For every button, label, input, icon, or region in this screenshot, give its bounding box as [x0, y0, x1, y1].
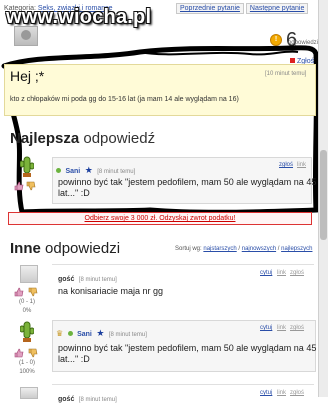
question-title: Hej ;*: [10, 68, 45, 84]
guest-avatar: [20, 265, 38, 283]
thumb-down-icon[interactable]: [28, 348, 38, 358]
guest-avatar: [20, 387, 38, 399]
answer-1-author: gość: [58, 276, 75, 283]
cactus-avatar-icon: [20, 156, 34, 177]
answer-1-time: [8 minut temu]: [78, 277, 117, 283]
answer-2-link[interactable]: link: [277, 325, 286, 331]
next-question-link[interactable]: Następne pytanie: [245, 3, 309, 14]
answer-1-link[interactable]: link: [277, 270, 286, 276]
best-answer-text: powinno być tak "jestem pedofilem, mam 5…: [58, 177, 316, 199]
question-time: [10 minut temu]: [265, 71, 307, 77]
scrollbar-thumb[interactable]: [320, 150, 327, 240]
asker-avatar: [14, 26, 38, 46]
answer-3-link[interactable]: link: [277, 390, 286, 396]
best-answer-header: Sani ★ [8 minut temu]: [56, 160, 135, 178]
cactus-avatar-icon: [20, 321, 34, 342]
answer-2-percent: 100%: [19, 369, 35, 375]
answer-2-side: (1 - 0) 100%: [12, 318, 50, 388]
other-answers-heading: Inne odpowiedzi: [10, 240, 120, 257]
best-author[interactable]: Sani: [65, 168, 80, 175]
thumb-up-icon[interactable]: [14, 181, 24, 191]
answer-1-quote[interactable]: cytuj: [260, 270, 272, 276]
prev-question-link[interactable]: Poprzednie pytanie: [176, 3, 244, 14]
online-dot-icon: [56, 168, 61, 173]
answer-2-text: powinno być tak "jestem pedofilem, mam 5…: [58, 343, 316, 365]
answer-1-report[interactable]: zgłoś: [290, 270, 304, 276]
best-answer-side: [14, 155, 50, 205]
best-text-line2: lat..." :D: [58, 188, 90, 198]
best-heading-rest: odpowiedź: [79, 130, 156, 147]
answer-2-header: ♛ Sani ★ [8 minut temu]: [56, 323, 147, 341]
thumb-up-icon[interactable]: [14, 287, 24, 297]
sort-newest-link[interactable]: najnowszych: [242, 246, 276, 252]
answer-1-text: na konisariacie maja nr gg: [58, 286, 164, 296]
best-link[interactable]: link: [297, 162, 306, 168]
answer-3-header: gość [8 minut temu]: [58, 388, 117, 406]
answer-2-author[interactable]: Sani: [77, 331, 92, 338]
answer-1-header: gość [8 minut temu]: [58, 268, 117, 286]
best-report-link[interactable]: zgłoś: [279, 162, 293, 168]
best-text-line1: powinno być tak "jestem pedofilem, mam 5…: [58, 177, 317, 187]
answer-3-quote[interactable]: cytuj: [260, 390, 272, 396]
sort-controls: Sortuj wg: najstarszych / najnowszych / …: [175, 246, 313, 252]
answer-2-text-line2: lat..." :D: [58, 354, 90, 364]
thumb-up-icon[interactable]: [14, 348, 24, 358]
inne-heading-bold: Inne: [10, 240, 41, 257]
best-answer-heading: Najlepsza odpowiedź: [10, 130, 155, 147]
answer-2-time: [8 minut temu]: [108, 332, 147, 338]
answer-1-score: (0 - 1): [18, 299, 35, 305]
question-text: kto z chłopaków mi poda gg do 15-16 lat …: [10, 96, 239, 103]
rank-star-icon: ★: [84, 165, 93, 175]
sort-best-link[interactable]: najlepszych: [281, 246, 312, 252]
question-nav: Poprzednie pytanie Następne pytanie: [176, 3, 309, 14]
answer-2-quote[interactable]: cytuj: [260, 325, 272, 331]
inne-heading-rest: odpowiedzi: [40, 240, 121, 257]
answer-2-score: (1 - 0): [18, 360, 35, 366]
answer-2-report[interactable]: zgłoś: [290, 325, 304, 331]
answer-3-time: [8 minut temu]: [78, 397, 117, 403]
divider: [52, 384, 314, 385]
answer-1-percent: 0%: [22, 308, 32, 314]
rank-star-icon: ★: [96, 328, 105, 338]
crown-icon: ♛: [56, 329, 64, 338]
sort-oldest-link[interactable]: najstarszych: [203, 246, 236, 252]
thumb-down-icon[interactable]: [28, 287, 38, 297]
online-dot-icon: [67, 331, 73, 336]
scrollbar[interactable]: [318, 0, 328, 397]
sort-label: Sortuj wg:: [175, 246, 202, 252]
best-time: [8 minut temu]: [97, 169, 136, 175]
best-heading-bold: Najlepsza: [10, 130, 80, 147]
thumb-down-icon[interactable]: [26, 181, 36, 191]
answer-3-author: gość: [58, 396, 75, 403]
answer-3-report[interactable]: zgłoś: [290, 390, 304, 396]
answer-2-text-line1: powinno być tak "jestem pedofilem, mam 5…: [58, 343, 317, 353]
divider: [52, 264, 314, 265]
promo-banner-link[interactable]: Odbierz swoje 3 000 zł. Odzyskaj zwrot p…: [8, 212, 312, 225]
